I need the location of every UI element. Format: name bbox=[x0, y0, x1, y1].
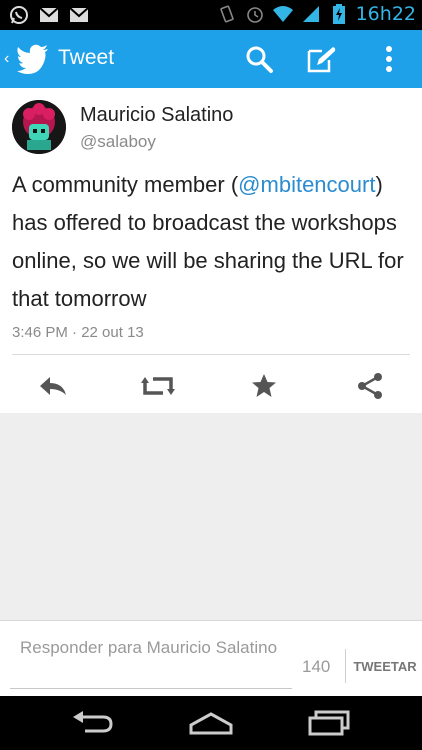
divider bbox=[12, 354, 410, 355]
system-nav-bar bbox=[0, 696, 422, 750]
tweet-button[interactable]: TWEETAR bbox=[350, 651, 420, 681]
twitter-bird-icon[interactable] bbox=[16, 42, 50, 76]
retweet-icon[interactable] bbox=[138, 368, 178, 404]
reply-input[interactable] bbox=[10, 633, 292, 689]
overflow-menu-icon[interactable] bbox=[370, 40, 408, 78]
gmail-icon bbox=[68, 4, 90, 26]
up-caret-icon[interactable]: ‹ bbox=[4, 50, 9, 68]
status-clock: 16h22 bbox=[355, 3, 416, 25]
battery-charging-icon bbox=[328, 3, 350, 25]
share-icon[interactable] bbox=[350, 368, 390, 404]
compose-icon[interactable] bbox=[302, 40, 340, 78]
tweet-actions bbox=[0, 368, 422, 404]
tweet-timestamp: 3:46 PM · 22 out 13 bbox=[12, 324, 144, 341]
alarm-icon bbox=[244, 3, 266, 25]
author-name[interactable]: Mauricio Salatino bbox=[80, 104, 233, 127]
mention-link[interactable]: @mbitencourt bbox=[238, 172, 375, 197]
recent-apps-icon[interactable] bbox=[302, 706, 356, 740]
tweet-card: Mauricio Salatino @salaboy A community m… bbox=[0, 88, 422, 413]
search-icon[interactable] bbox=[240, 40, 278, 78]
whatsapp-icon bbox=[8, 4, 30, 26]
back-icon[interactable] bbox=[66, 706, 120, 740]
avatar[interactable] bbox=[12, 100, 66, 154]
reply-compose-bar: 140 TWEETAR bbox=[0, 620, 422, 696]
favorite-icon[interactable] bbox=[244, 368, 284, 404]
tweet-text-start: A community member ( bbox=[12, 172, 239, 197]
wifi-icon bbox=[272, 3, 294, 25]
author-handle[interactable]: @salaboy bbox=[80, 132, 156, 152]
vibrate-icon bbox=[216, 3, 238, 25]
divider bbox=[345, 649, 346, 683]
tweet-text: A community member (@mbitencourt) has of… bbox=[12, 166, 417, 318]
page-title: Tweet bbox=[58, 46, 115, 69]
tweet-detail: Mauricio Salatino @salaboy A community m… bbox=[0, 88, 422, 620]
system-icons: 16h22 bbox=[216, 3, 416, 25]
home-icon[interactable] bbox=[184, 706, 238, 740]
char-counter: 140 bbox=[302, 657, 331, 676]
gmail-icon bbox=[38, 4, 60, 26]
reply-icon[interactable] bbox=[33, 368, 73, 404]
notification-icons bbox=[8, 4, 90, 26]
action-bar: ‹ Tweet bbox=[0, 30, 422, 88]
signal-icon bbox=[300, 3, 322, 25]
status-bar: 16h22 bbox=[0, 0, 422, 30]
